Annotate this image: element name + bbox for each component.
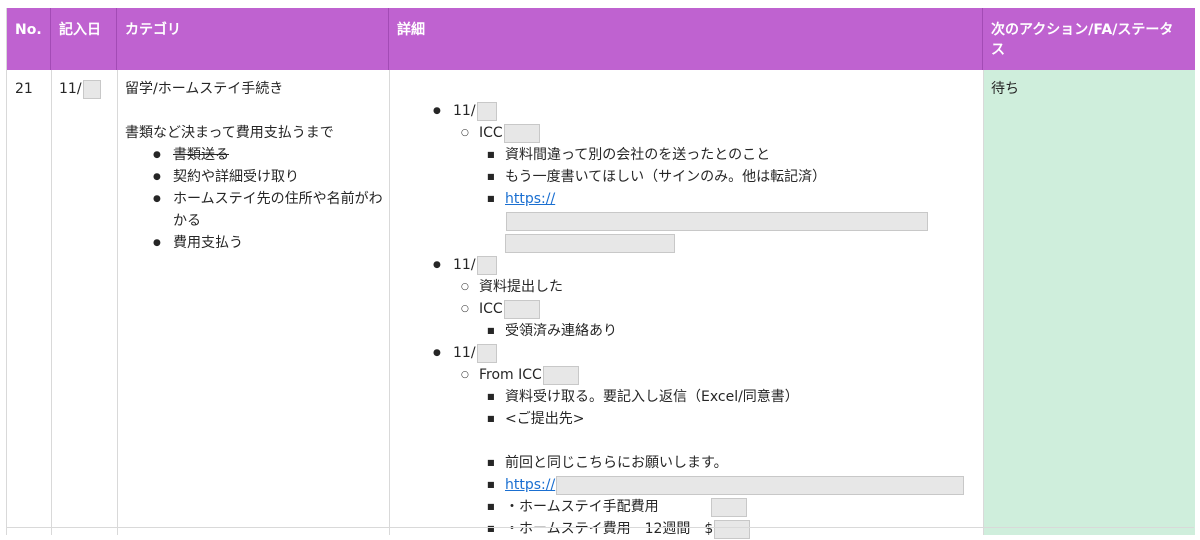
table-row[interactable]: 21 11/ 留学/ホームステイ手続き 書類など決まって費用支払うまで 書類送る… [7,70,1195,540]
header-details[interactable]: 詳細 [389,8,983,70]
entry-date: 11/ [453,257,476,273]
header-no[interactable]: No. [7,8,51,70]
table-header: No. 記入日 カテゴリ 詳細 次のアクション/FA/ステータス [7,8,1195,70]
row-status[interactable]: 待ち [983,70,1195,535]
fee-text: ・ホームステイ手配費用 [505,499,659,515]
redacted-box [505,233,675,253]
header-category[interactable]: カテゴリ [117,8,389,70]
sub-text: ICC [479,125,503,141]
sub-text: From ICC [479,367,542,383]
redacted-box [476,343,497,363]
detail-item: ・ホームステイ費用 12週間 $ [487,518,975,540]
url-link[interactable]: https:// [505,191,555,207]
entry-date: 11/ [453,345,476,361]
sub-text: ICC [479,301,503,317]
detail-sub: From ICC 資料受け取る。要記入し返信（Excel/同意書） <ご提出先>… [461,364,975,540]
category-item: 契約や詳細受け取り [153,166,381,188]
category-item: ホームステイ先の住所や名前がわかる [153,188,383,232]
redacted-box [714,519,751,539]
detail-item: 前回と同じこちらにお願いします。 [487,452,975,474]
redacted-box [556,475,965,495]
header-status[interactable]: 次のアクション/FA/ステータス [983,8,1195,70]
redacted-box [710,497,747,517]
category-item: 費用支払う [153,232,381,254]
detail-item: 資料間違って別の会社のを送ったとのこと [487,144,975,166]
column-divider [51,70,52,535]
detail-sub: ICC 受領済み連絡あり [461,298,975,342]
column-divider [389,70,390,535]
redacted-box [503,299,540,319]
header-date[interactable]: 記入日 [51,8,117,70]
category-item: 書類送る [153,144,381,166]
detail-item: https:// [487,474,975,496]
entry-date: 11/ [453,103,476,119]
detail-item: <ご提出先> [487,408,975,430]
redacted-box [82,79,101,99]
detail-item: もう一度書いてほしい（サインのみ。他は転記済） [487,166,975,188]
detail-entry: 11/ ICC 資料間違って別の会社のを送ったとのこと もう一度書いてほしい（サ… [433,100,975,254]
redacted-box [506,211,928,231]
detail-sub: 資料提出した [461,276,975,298]
row-number: 21 [15,81,33,97]
row-details: 11/ ICC 資料間違って別の会社のを送ったとのこと もう一度書いてほしい（サ… [389,70,983,540]
detail-item: 資料受け取る。要記入し返信（Excel/同意書） [487,386,975,408]
detail-entry: 11/ 資料提出した ICC 受領済み連絡あり [433,254,975,342]
category-intro: 書類など決まって費用支払うまで [125,125,334,141]
redacted-box [542,365,579,385]
column-divider [117,70,118,535]
column-divider [983,70,984,535]
date-text: 11/ [59,81,82,97]
redacted-box [503,123,540,143]
detail-sub: ICC 資料間違って別の会社のを送ったとのこと もう一度書いてほしい（サインのみ… [461,122,975,254]
detail-item: 受領済み連絡あり [487,320,975,342]
detail-entry: 11/ From ICC 資料受け取る。要記入し返信（Excel/同意書） <ご… [433,342,975,540]
category-title: 留学/ホームステイ手続き [125,81,284,97]
row-bottom-border [6,527,1194,528]
row-category: 留学/ホームステイ手続き 書類など決まって費用支払うまで 書類送る 契約や詳細受… [117,70,389,535]
redacted-box [476,101,497,121]
row-date: 11/ [51,70,117,535]
redacted-box [476,255,497,275]
task-table: No. 記入日 カテゴリ 詳細 次のアクション/FA/ステータス 21 11/ … [6,8,1195,540]
url-link[interactable]: https:// [505,477,555,493]
detail-item: ・ホームステイ手配費用 [487,496,975,518]
detail-item: https:// [487,188,975,254]
